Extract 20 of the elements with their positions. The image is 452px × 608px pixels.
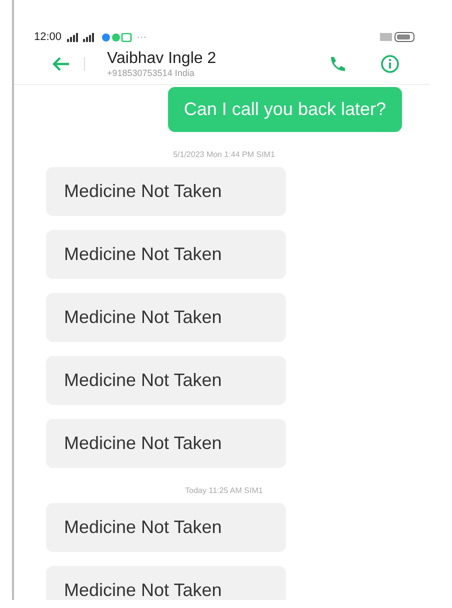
received-message: Medicine Not Taken (46, 230, 286, 279)
battery-icon (380, 32, 416, 42)
status-time: 12:00 (34, 31, 62, 43)
received-message: Medicine Not Taken (46, 167, 286, 216)
back-arrow-icon[interactable] (52, 57, 70, 71)
message-timestamp: Today 11:25 AM SIM1 (185, 486, 263, 495)
received-message: Medicine Not Taken (46, 419, 286, 468)
status-more: ··· (136, 32, 147, 42)
notification-icons (102, 32, 132, 42)
phone-icon[interactable] (328, 55, 346, 73)
message-timestamp: 5/1/2023 Mon 1:44 PM SIM1 (173, 150, 275, 159)
sent-message: Can I call you back later? (168, 87, 402, 132)
received-message: Medicine Not Taken (46, 293, 286, 342)
info-icon[interactable] (380, 54, 400, 74)
contact-name: Vaibhav Ingle 2 (107, 50, 218, 68)
received-message: Medicine Not Taken (46, 503, 286, 552)
signal-icon (66, 32, 97, 42)
contact-phone: +918530753514 India (107, 68, 196, 78)
received-message: Medicine Not Taken (46, 566, 286, 600)
received-message: Medicine Not Taken (46, 356, 286, 405)
